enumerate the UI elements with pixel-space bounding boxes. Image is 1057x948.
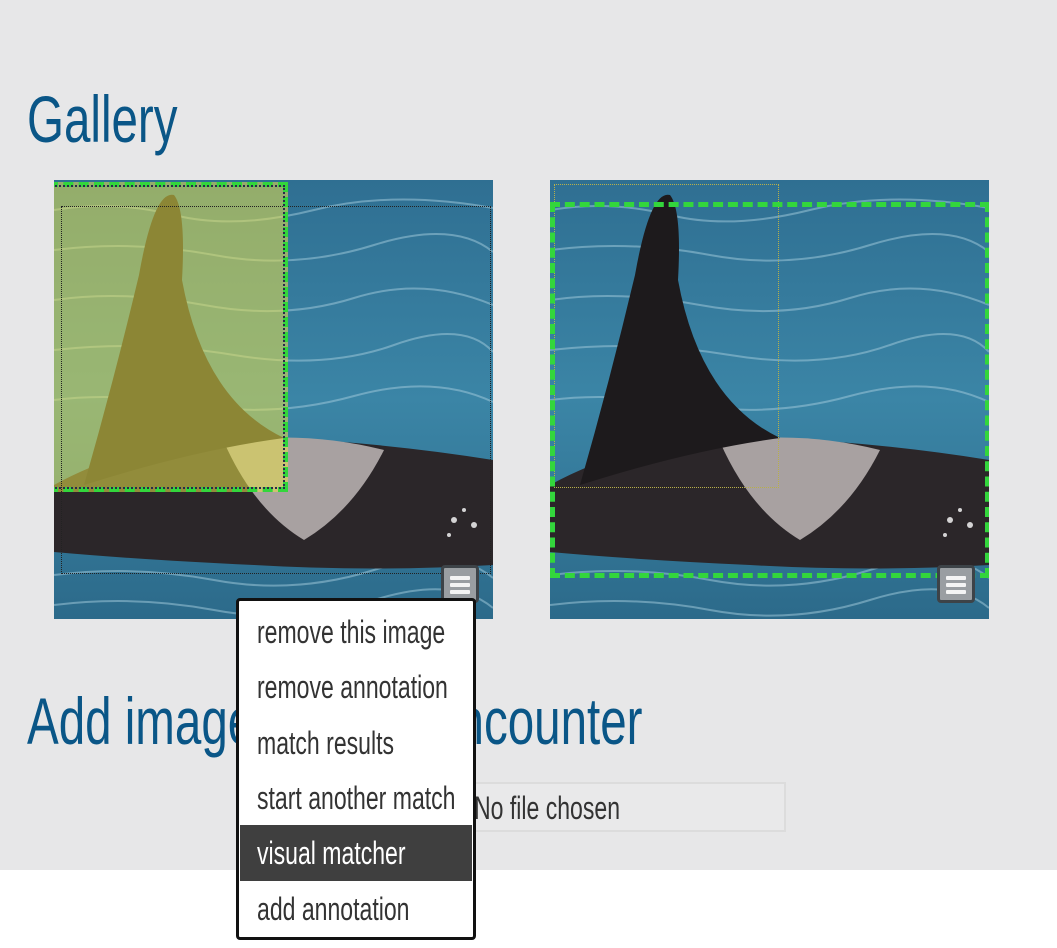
gallery-image-1[interactable] (54, 180, 493, 619)
menu-item-visual-matcher[interactable]: visual matcher (240, 825, 472, 881)
image-menu-button[interactable] (937, 565, 975, 603)
gallery-title: Gallery (27, 82, 178, 156)
gallery-image-2[interactable] (550, 180, 989, 619)
menu-item-start-another-match[interactable]: start another match (240, 770, 472, 826)
menu-item-label: visual matcher (257, 835, 406, 871)
menu-item-add-annotation[interactable]: add annotation (240, 881, 472, 937)
file-status-text: No file chosen (474, 790, 621, 826)
file-input[interactable]: No file chosen (470, 782, 786, 832)
menu-item-remove-image[interactable]: remove this image (240, 604, 472, 660)
menu-item-label: remove annotation (257, 669, 448, 705)
orca-photo-image (54, 180, 493, 619)
menu-item-label: start another match (257, 780, 456, 816)
menu-item-match-results[interactable]: match results (240, 715, 472, 771)
menu-item-label: add annotation (257, 891, 410, 927)
menu-item-label: match results (257, 725, 395, 761)
menu-item-label: remove this image (257, 614, 446, 650)
orca-photo-image (550, 180, 989, 619)
menu-item-remove-annotation[interactable]: remove annotation (240, 659, 472, 715)
image-context-menu: remove this image remove annotation matc… (236, 598, 476, 940)
